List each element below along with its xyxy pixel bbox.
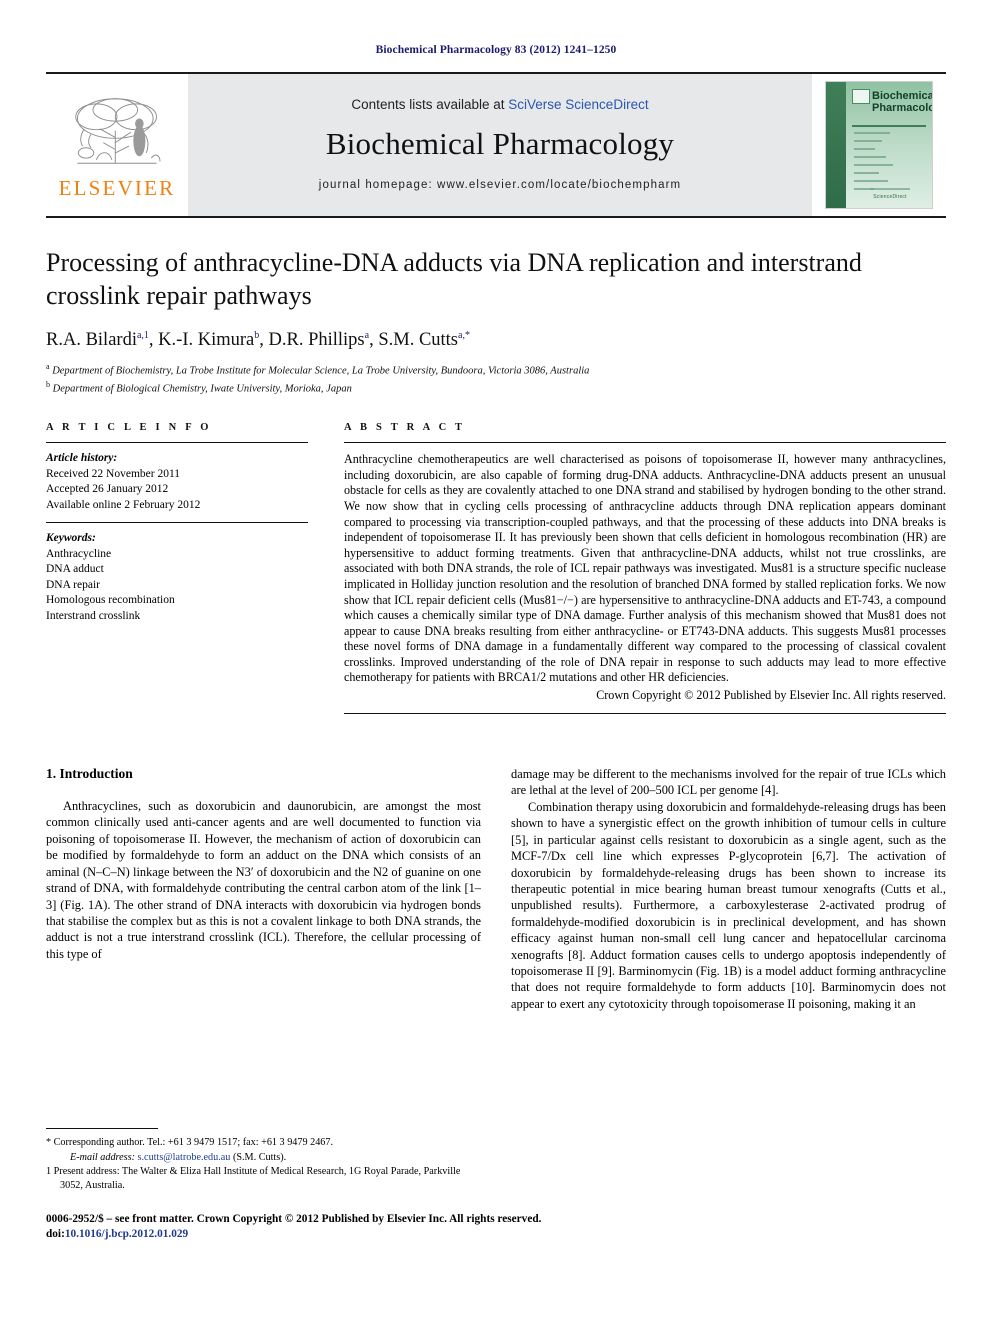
intro-paragraph-right-1: damage may be different to the mechanism…	[511, 767, 946, 798]
keyword-item: DNA adduct	[46, 563, 104, 576]
journal-masthead: ELSEVIER Contents lists available at Sci…	[46, 72, 946, 218]
body-column-left: 1. Introduction Anthracyclines, such as …	[46, 766, 481, 1012]
keyword-item: Interstrand crosslink	[46, 609, 141, 622]
cover-spine	[826, 82, 846, 208]
cover-title-line2: Pharmacology	[872, 102, 932, 114]
email-owner: (S.M. Cutts).	[230, 1151, 287, 1163]
journal-cover-thumbnail: Biochemical Pharmacology ScienceDirect	[812, 74, 946, 216]
footnote-email: E-mail address: s.cutts@latrobe.edu.au (…	[46, 1151, 481, 1165]
publisher-logo: ELSEVIER	[46, 74, 188, 216]
elsevier-tree-icon	[75, 98, 161, 164]
article-history-group: Article history: Received 22 November 20…	[46, 443, 308, 522]
imprint-block: 0006-2952/$ – see front matter. Crown Co…	[46, 1212, 606, 1242]
email-link[interactable]: s.cutts@latrobe.edu.au	[138, 1152, 231, 1163]
article-info-heading: A R T I C L E I N F O	[46, 422, 212, 434]
contents-prefix: Contents lists available at	[351, 97, 509, 112]
journal-title: Biochemical Pharmacology	[325, 126, 675, 161]
keyword-item: Anthracycline	[46, 547, 112, 560]
contents-available-line: Contents lists available at SciVerse Sci…	[351, 97, 648, 112]
journal-homepage[interactable]: journal homepage: www.elsevier.com/locat…	[319, 179, 681, 191]
page-title: Processing of anthracycline-DNA adducts …	[46, 248, 862, 310]
article-history-label: Article history:	[46, 452, 118, 465]
cover-image: Biochemical Pharmacology ScienceDirect	[826, 82, 932, 208]
cover-footer: ScienceDirect	[856, 188, 924, 200]
doi-line: doi:10.1016/j.bcp.2012.01.029	[46, 1227, 606, 1242]
body-column-right: damage may be different to the mechanism…	[511, 766, 946, 1012]
intro-paragraph-right-2: Combination therapy using doxorubicin an…	[511, 799, 946, 1011]
intro-paragraph-left: Anthracyclines, such as doxorubicin and …	[46, 799, 481, 961]
footnotes-block: * Corresponding author. Tel.: +61 3 9479…	[46, 1128, 481, 1193]
issn-line: 0006-2952/$ – see front matter. Crown Co…	[46, 1213, 542, 1225]
footnote-present-address: 1 Present address: The Walter & Eliza Ha…	[46, 1166, 461, 1191]
running-head: Biochemical Pharmacology 83 (2012) 1241–…	[375, 44, 617, 56]
history-available-online: Available online 2 February 2012	[46, 498, 201, 511]
history-received: Received 22 November 2011	[46, 467, 181, 480]
email-label: E-mail address:	[70, 1151, 135, 1163]
doi-link[interactable]: 10.1016/j.bcp.2012.01.029	[65, 1228, 188, 1240]
cover-sciencedirect-label: ScienceDirect	[873, 194, 907, 200]
body-columns: 1. Introduction Anthracyclines, such as …	[46, 766, 946, 1012]
sciencedirect-link[interactable]: SciVerse ScienceDirect	[508, 97, 648, 112]
doi-label: doi:	[46, 1228, 65, 1240]
keywords-group: Keywords: Anthracycline DNA adduct DNA r…	[46, 523, 308, 633]
abstract-bottom-rule	[344, 713, 946, 715]
affiliation-a: a Department of Biochemistry, La Trobe I…	[46, 362, 590, 377]
keyword-item: Homologous recombination	[46, 594, 175, 607]
cover-contents-lines	[854, 132, 924, 196]
footnote-divider	[46, 1128, 158, 1129]
cover-title-line1: Biochemical	[872, 90, 932, 102]
article-title-block: Processing of anthracycline-DNA adducts …	[46, 218, 946, 396]
elsevier-wordmark: ELSEVIER	[58, 176, 176, 200]
section-heading-introduction: 1. Introduction	[46, 766, 133, 782]
affiliation-b: b Department of Biological Chemistry, Iw…	[46, 380, 352, 395]
cover-title: Biochemical Pharmacology	[872, 90, 932, 114]
abstract-column: A B S T R A C T Anthracycline chemothera…	[344, 422, 946, 715]
history-accepted: Accepted 26 January 2012	[46, 483, 169, 496]
abstract-text: Anthracycline chemotherapeutics are well…	[344, 452, 946, 685]
author-list: R.A. Bilardia,1, K.-I. Kimurab, D.R. Phi…	[46, 330, 470, 351]
cover-divider	[852, 125, 926, 127]
journal-article-page: Biochemical Pharmacology 83 (2012) 1241–…	[0, 0, 992, 1323]
masthead-center: Contents lists available at SciVerse Sci…	[188, 74, 812, 216]
abstract-heading: A B S T R A C T	[344, 422, 466, 434]
info-abstract-row: A R T I C L E I N F O Article history: R…	[46, 422, 946, 715]
keywords-label: Keywords:	[46, 532, 96, 545]
abstract-copyright: Crown Copyright © 2012 Published by Else…	[596, 688, 946, 703]
article-info-column: A R T I C L E I N F O Article history: R…	[46, 422, 308, 714]
keyword-item: DNA repair	[46, 578, 100, 591]
cover-publisher-mark-icon	[852, 89, 870, 104]
footnote-corresponding-author: * Corresponding author. Tel.: +61 3 9479…	[46, 1137, 334, 1148]
